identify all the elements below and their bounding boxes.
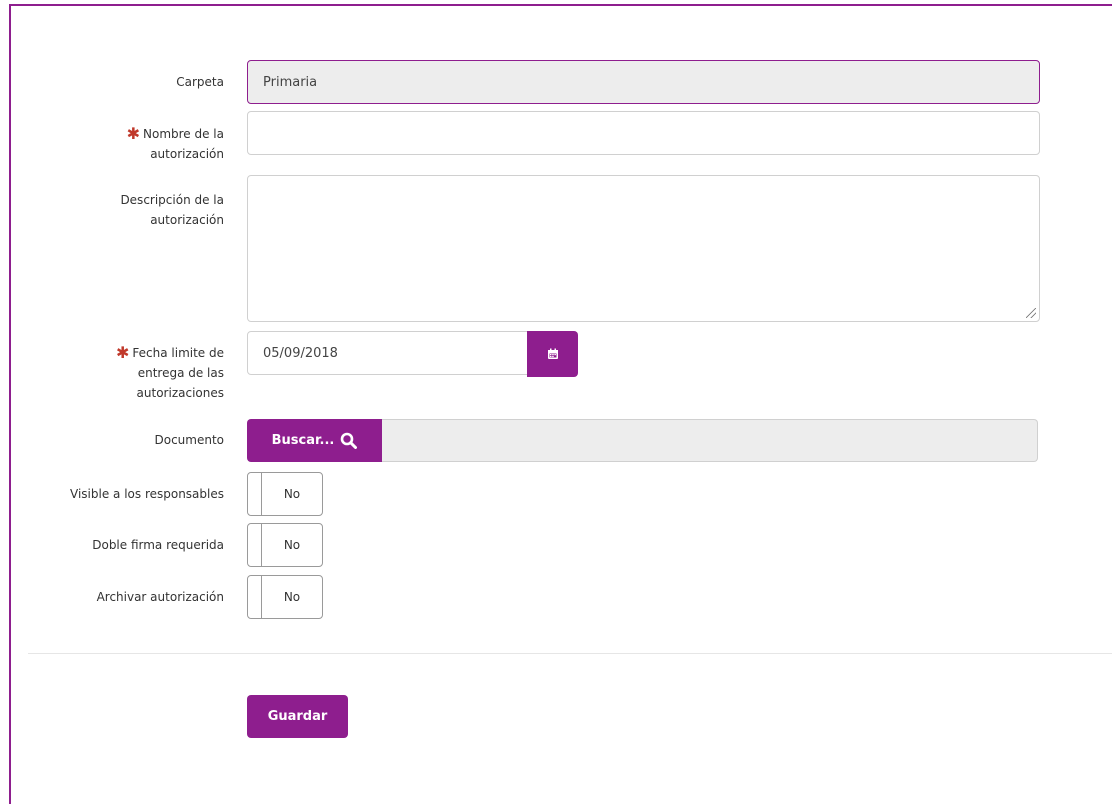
nombre-field[interactable] <box>247 111 1040 155</box>
doble-firma-toggle[interactable]: No <box>247 523 323 567</box>
documento-field[interactable] <box>382 419 1038 462</box>
fecha-label-line3: autorizaciones <box>136 386 224 400</box>
resize-grip-icon[interactable] <box>1026 308 1036 318</box>
documento-picker: Buscar... <box>247 419 1038 462</box>
search-icon <box>341 432 358 449</box>
toggle-knob <box>248 473 262 515</box>
archivar-toggle[interactable]: No <box>247 575 323 619</box>
descripcion-textarea[interactable] <box>247 175 1040 322</box>
fecha-label: ✱ Fecha limite de entrega de las autoriza… <box>116 342 224 403</box>
archivar-toggle-state: No <box>283 590 301 604</box>
descripcion-label-line1: Descripción de la <box>120 193 224 207</box>
buscar-button-label: Buscar... <box>271 433 335 448</box>
buscar-button[interactable]: Buscar... <box>247 419 382 462</box>
doble-firma-toggle-state: No <box>283 538 301 552</box>
visible-label: Visible a los responsables <box>70 487 224 501</box>
required-asterisk-icon: ✱ <box>126 124 140 143</box>
fecha-label-line2: entrega de las <box>137 366 224 380</box>
fecha-label-line1: Fecha limite de <box>132 346 224 360</box>
archivar-label: Archivar autorización <box>96 590 224 604</box>
nombre-label: ✱ Nombre de la autorización <box>127 123 224 164</box>
nombre-label-line2: autorización <box>150 147 224 161</box>
toggle-knob <box>248 576 262 618</box>
visible-toggle-state: No <box>283 487 301 501</box>
form-divider <box>28 653 1112 654</box>
doble-firma-label: Doble firma requerida <box>92 538 224 552</box>
carpeta-label: Carpeta <box>176 75 224 89</box>
nombre-label-line1: Nombre de la <box>143 127 224 141</box>
toggle-knob <box>248 524 262 566</box>
fecha-field[interactable] <box>247 331 528 375</box>
required-asterisk-icon: ✱ <box>116 343 130 362</box>
documento-label: Documento <box>154 433 224 447</box>
descripcion-label-line2: autorización <box>150 213 224 227</box>
calendar-button[interactable] <box>527 331 578 377</box>
calendar-icon <box>547 348 558 359</box>
save-button[interactable]: Guardar <box>247 695 348 738</box>
visible-toggle[interactable]: No <box>247 472 323 516</box>
descripcion-label: Descripción de la autorización <box>120 190 224 230</box>
carpeta-field[interactable] <box>247 60 1040 104</box>
